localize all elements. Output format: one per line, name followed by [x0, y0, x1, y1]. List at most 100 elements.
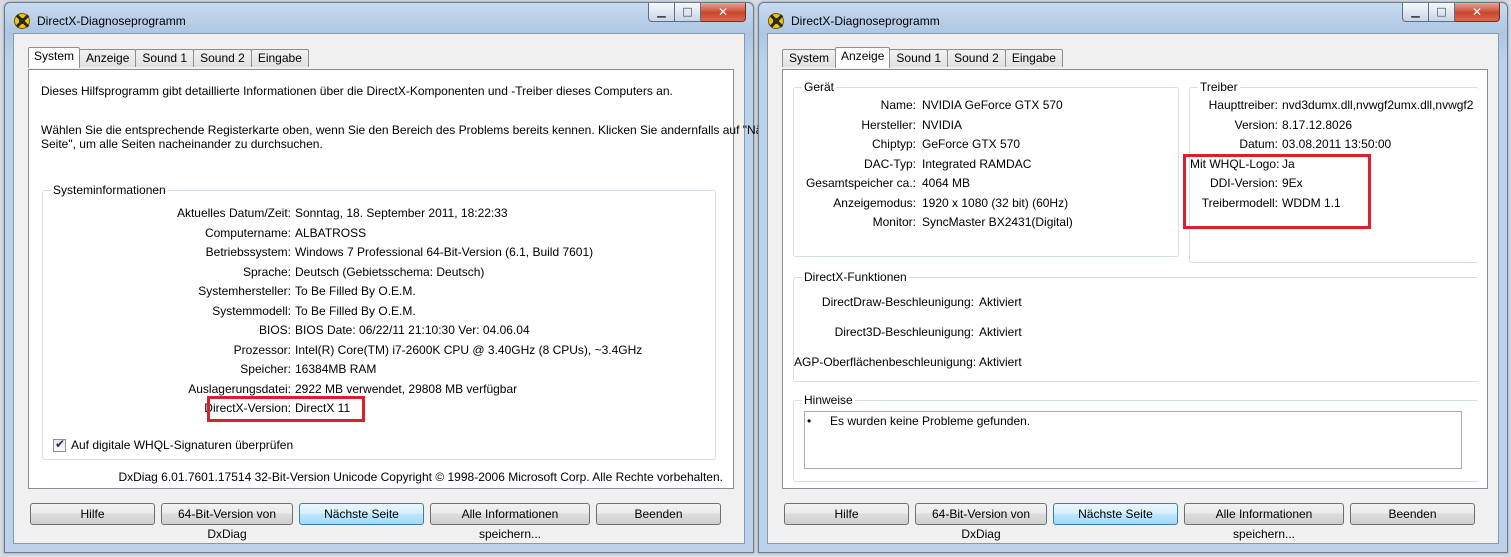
system-info-group: Systeminformationen Aktuelles Datum/Zeit… — [42, 183, 716, 460]
minimize-icon: ▁ — [1411, 5, 1420, 18]
highlight-directx-version — [207, 396, 365, 422]
row-value: nvd3dumx.dll,nvwgf2umx.dll,nvwgf2 — [1282, 98, 1474, 112]
row-value: Integrated RAMDAC — [922, 156, 1032, 171]
row-label: DirectDraw-Beschleunigung: — [821, 295, 974, 309]
highlight-whql-ddi-driver-model — [1183, 154, 1371, 229]
tab-sound-1[interactable]: Sound 1 — [889, 49, 949, 67]
instructions-line-2: Seite", um alle Seiten nacheinander zu d… — [41, 137, 323, 151]
minimize-icon: ▁ — [657, 5, 666, 18]
window-title: DirectX-Diagnoseprogramm — [791, 14, 940, 28]
driver-group-title: Treiber — [1198, 80, 1240, 94]
close-button[interactable]: ✕ — [1455, 3, 1500, 22]
row-value: Aktiviert — [979, 295, 1022, 309]
row-label: Gesamtspeicher ca.: — [805, 176, 916, 190]
row-label: Haupttreiber: — [1208, 98, 1278, 112]
checkmark-icon: ✔ — [55, 437, 66, 451]
maximize-icon: □ — [1436, 5, 1447, 18]
directx-app-icon — [14, 13, 30, 29]
minimize-button[interactable]: ▁ — [648, 3, 675, 22]
help-button[interactable]: Hilfe — [784, 503, 909, 525]
row-label: Chiptyp: — [871, 137, 916, 151]
save-all-info-button[interactable]: Alle Informationen speichern... — [430, 503, 590, 541]
row-value: 2922 MB verwendet, 29808 MB verfügbar — [295, 381, 518, 396]
row-label: Direct3D-Beschleunigung: — [834, 325, 974, 339]
row-value: 1920 x 1080 (32 bit) (60Hz) — [922, 195, 1069, 210]
row-label: Betriebssystem: — [205, 245, 291, 259]
functions-group-title: DirectX-Funktionen — [802, 270, 909, 284]
display-tab-panel: Gerät Name: NVIDIA GeForce GTX 570 Herstel… — [782, 69, 1488, 489]
tab-eingabe[interactable]: Eingabe — [250, 49, 309, 67]
tab-strip: System Anzeige Sound 1 Sound 2 Eingabe — [782, 47, 1063, 68]
row-value: ALBATROSS — [295, 225, 367, 240]
group-title: Systeminformationen — [51, 183, 168, 197]
row-label: Monitor: — [872, 215, 916, 229]
tab-sound-2[interactable]: Sound 2 — [947, 49, 1006, 67]
row-value: NVIDIA GeForce GTX 570 — [922, 98, 1063, 112]
next-page-button[interactable]: Nächste Seite — [1053, 503, 1178, 525]
row-label: Speicher: — [240, 362, 291, 376]
button-bar: Hilfe 64-Bit-Version von DxDiag Nächste … — [26, 503, 734, 541]
whql-checkbox-label[interactable]: Auf digitale WHQL-Signaturen überprüfen — [71, 438, 293, 452]
device-group: Gerät Name: NVIDIA GeForce GTX 570 Herstel… — [793, 80, 1179, 257]
instructions-line-1: Wählen Sie die entsprechende Registerkar… — [41, 123, 792, 137]
maximize-button[interactable]: □ — [1429, 3, 1455, 22]
tab-system[interactable]: System — [28, 47, 81, 68]
row-value: 03.08.2011 13:50:00 — [1282, 137, 1392, 151]
window-client-area: System Anzeige Sound 1 Sound 2 Eingabe D… — [13, 33, 791, 544]
minimize-button[interactable]: ▁ — [1402, 3, 1429, 22]
row-value: Aktiviert — [979, 355, 1022, 369]
copyright-footer: DxDiag 6.01.7601.17514 32-Bit-Version Un… — [118, 470, 723, 484]
row-value: Deutsch (Gebietsschema: Deutsch) — [295, 264, 485, 279]
row-value: 16384MB RAM — [295, 362, 377, 376]
dxdiag-window-display: DirectX-Diagnoseprogramm ▁ □ ✕ System An… — [758, 2, 1508, 553]
row-label: Hersteller: — [861, 117, 916, 132]
tab-sound-2[interactable]: Sound 2 — [193, 49, 252, 67]
tab-anzeige[interactable]: Anzeige — [835, 47, 891, 68]
row-label: AGP-Oberflächenbeschleunigung: — [794, 355, 977, 369]
next-page-button[interactable]: Nächste Seite — [299, 503, 424, 525]
tab-anzeige[interactable]: Anzeige — [79, 49, 137, 67]
notes-bullet: • — [807, 414, 812, 428]
exit-button[interactable]: Beenden — [596, 503, 721, 525]
64bit-dxdiag-button[interactable]: 64-Bit-Version von DxDiag — [915, 503, 1047, 541]
exit-button[interactable]: Beenden — [1350, 503, 1475, 525]
title-bar[interactable]: DirectX-Diagnoseprogramm ▁ □ ✕ — [759, 3, 1507, 33]
row-label: Systemhersteller: — [198, 284, 291, 298]
tab-eingabe[interactable]: Eingabe — [1004, 49, 1063, 67]
row-label: Anzeigemodus: — [833, 195, 916, 210]
row-label: Version: — [1234, 117, 1278, 132]
row-value: Intel(R) Core(TM) i7-2600K CPU @ 3.40GHz… — [295, 342, 643, 357]
window-client-area: System Anzeige Sound 1 Sound 2 Eingabe G… — [767, 33, 1499, 544]
notes-group-title: Hinweise — [802, 393, 855, 407]
save-all-info-button[interactable]: Alle Informationen speichern... — [1184, 503, 1344, 541]
button-bar: Hilfe 64-Bit-Version von DxDiag Nächste … — [780, 503, 1488, 541]
device-group-title: Gerät — [802, 80, 837, 94]
row-value: Windows 7 Professional 64-Bit-Version (6… — [295, 245, 594, 259]
maximize-button[interactable]: □ — [675, 3, 701, 22]
close-button[interactable]: ✕ — [701, 3, 746, 22]
notes-textbox[interactable]: • Es wurden keine Probleme gefunden. — [804, 411, 1462, 469]
intro-text: Dieses Hilfsprogramm gibt detaillierte I… — [41, 84, 673, 98]
row-label: BIOS: — [258, 323, 291, 337]
row-label: DAC-Typ: — [863, 156, 916, 171]
row-label: Systemmodell: — [212, 303, 291, 318]
row-value: To Be Filled By O.E.M. — [295, 284, 416, 298]
row-value: GeForce GTX 570 — [922, 137, 1021, 151]
notes-group: Hinweise • Es wurden keine Probleme gefu… — [793, 393, 1479, 482]
row-label: Aktuelles Datum/Zeit: — [176, 206, 291, 220]
directx-functions-group: DirectX-Funktionen DirectDraw-Beschleuni… — [793, 270, 1479, 382]
row-value: Sonntag, 18. September 2011, 18:22:33 — [295, 206, 508, 220]
whql-checkbox[interactable]: ✔ — [53, 437, 66, 452]
system-tab-panel: Dieses Hilfsprogramm gibt detaillierte I… — [28, 69, 791, 489]
64bit-dxdiag-button[interactable]: 64-Bit-Version von DxDiag — [161, 503, 293, 541]
row-value: 8.17.12.8026 — [1282, 117, 1353, 132]
tab-sound-1[interactable]: Sound 1 — [135, 49, 195, 67]
tab-system[interactable]: System — [782, 49, 837, 67]
title-bar[interactable]: DirectX-Diagnoseprogramm ▁ □ ✕ — [5, 3, 753, 33]
row-value: NVIDIA — [922, 117, 963, 132]
help-button[interactable]: Hilfe — [30, 503, 155, 525]
close-icon: ✕ — [1471, 5, 1483, 19]
row-label: Computername: — [204, 225, 291, 240]
dxdiag-window-system: DirectX-Diagnoseprogramm ▁ □ ✕ System An… — [4, 2, 791, 553]
row-label: Sprache: — [242, 264, 291, 279]
